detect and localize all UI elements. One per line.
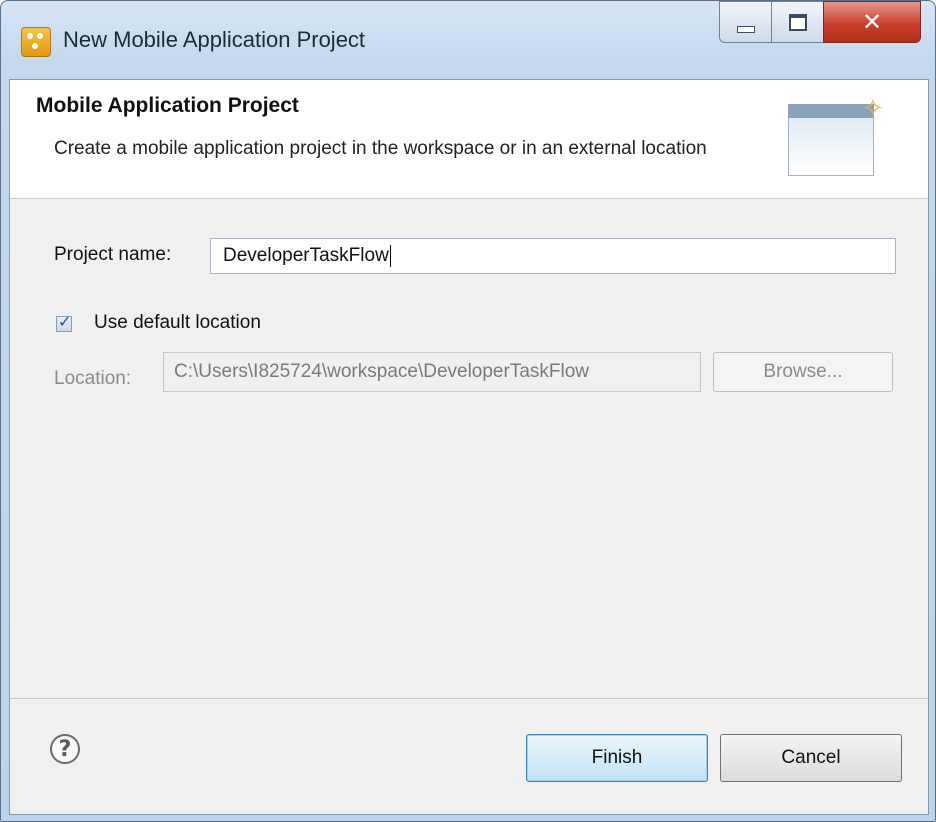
window-title: New Mobile Application Project: [63, 27, 366, 52]
app-icon: [21, 27, 51, 57]
checkmark-icon: ✓: [58, 312, 72, 331]
wizard-header: Mobile Application Project Create a mobi…: [10, 80, 928, 199]
cancel-button[interactable]: Cancel: [720, 734, 902, 782]
page-description: Create a mobile application project in t…: [54, 138, 707, 159]
location-input[interactable]: C:\Users\I825724\workspace\DeveloperTask…: [163, 352, 701, 392]
maximize-icon: [789, 13, 807, 31]
help-icon[interactable]: ?: [50, 734, 80, 764]
title-bar[interactable]: New Mobile Application Project ✕: [1, 1, 935, 79]
location-label: Location:: [54, 368, 132, 389]
close-button[interactable]: ✕: [823, 1, 921, 43]
use-default-location-checkbox[interactable]: ✓: [56, 312, 72, 332]
maximize-button[interactable]: [771, 1, 825, 43]
page-title: Mobile Application Project: [36, 94, 299, 117]
wizard-client-area: Mobile Application Project Create a mobi…: [9, 79, 929, 815]
minimize-icon: [737, 25, 755, 33]
close-icon: ✕: [861, 8, 883, 36]
footer-separator: [10, 698, 928, 699]
project-name-label: Project name:: [54, 244, 172, 265]
project-name-value: DeveloperTaskFlow: [223, 245, 389, 266]
new-project-wizard-icon: ✧: [782, 88, 892, 198]
browse-button[interactable]: Browse...: [713, 352, 893, 392]
use-default-location-label[interactable]: Use default location: [94, 312, 261, 334]
minimize-button[interactable]: [719, 1, 773, 43]
wizard-window: New Mobile Application Project ✕ Mobile …: [0, 0, 936, 822]
project-name-input[interactable]: DeveloperTaskFlow: [210, 238, 896, 274]
text-caret: [389, 244, 391, 267]
finish-button[interactable]: Finish: [526, 734, 708, 782]
